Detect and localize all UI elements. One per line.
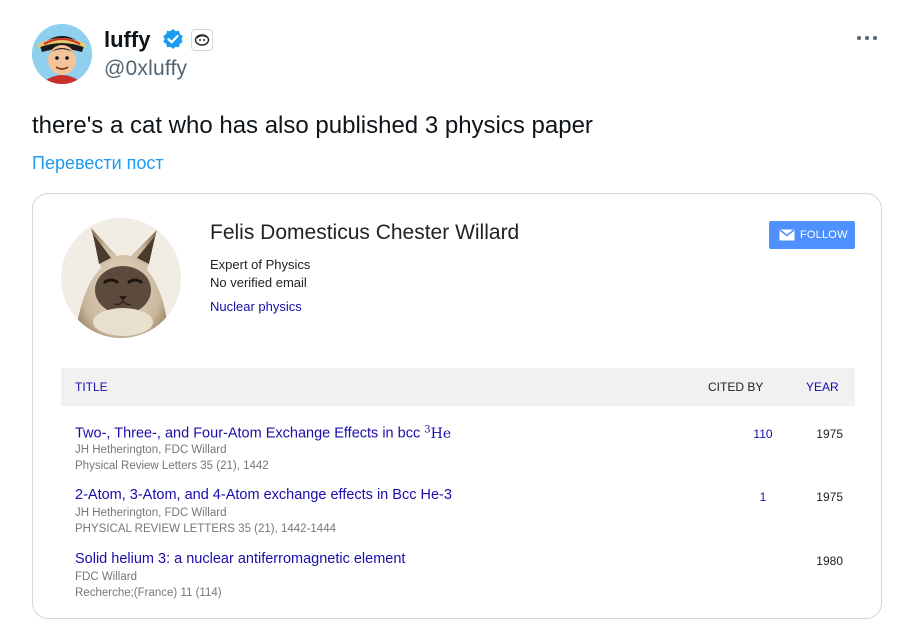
more-icon[interactable]	[852, 28, 882, 48]
paper-title-link[interactable]: Two-, Three-, and Four-Atom Exchange Eff…	[75, 424, 451, 442]
paper-authors: FDC Willard	[75, 571, 137, 583]
affiliation-badge-icon[interactable]	[191, 29, 213, 51]
user-handle[interactable]: @0xluffy	[104, 57, 187, 81]
tweet-text: there's a cat who has also published 3 p…	[32, 112, 593, 139]
header-year[interactable]: YEAR	[806, 380, 839, 394]
mail-icon	[779, 229, 795, 241]
translate-post-link[interactable]: Перевести пост	[32, 153, 164, 174]
paper-title-link[interactable]: 2-Atom, 3-Atom, and 4-Atom exchange effe…	[75, 487, 452, 503]
profile-name: Felis Domesticus Chester Willard	[210, 221, 520, 244]
avatar[interactable]	[32, 24, 92, 84]
paper-year: 1975	[816, 490, 843, 504]
profile-email-status: No verified email	[210, 275, 307, 290]
paper-year: 1975	[816, 427, 843, 441]
cat-profile-photo	[61, 218, 181, 338]
paper-venue: PHYSICAL REVIEW LETTERS 35 (21), 1442-14…	[75, 523, 336, 535]
media-card[interactable]: Felis Domesticus Chester Willard Expert …	[32, 193, 882, 619]
table-row: Solid helium 3: a nuclear antiferromagne…	[61, 551, 855, 611]
paper-year: 1980	[816, 554, 843, 568]
follow-button[interactable]: FOLLOW	[769, 221, 855, 249]
paper-venue: Physical Review Letters 35 (21), 1442	[75, 460, 269, 472]
verified-badge-icon	[162, 28, 184, 50]
paper-authors: JH Hetherington, FDC Willard	[75, 444, 227, 456]
research-interest-link[interactable]: Nuclear physics	[210, 299, 302, 314]
paper-venue: Recherche;(France) 11 (114)	[75, 587, 222, 599]
profile-affiliation: Expert of Physics	[210, 257, 311, 272]
header-title[interactable]: TITLE	[75, 380, 108, 394]
header-cited-by[interactable]: CITED BY	[708, 380, 763, 394]
table-row: Two-, Three-, and Four-Atom Exchange Eff…	[61, 424, 855, 484]
paper-title-link[interactable]: Solid helium 3: a nuclear antiferromagne…	[75, 551, 405, 567]
cited-by-count[interactable]: 1	[743, 490, 783, 504]
table-header: TITLE CITED BY YEAR	[61, 368, 855, 406]
display-name[interactable]: luffy	[104, 27, 150, 53]
follow-label: FOLLOW	[800, 229, 848, 241]
table-row: 2-Atom, 3-Atom, and 4-Atom exchange effe…	[61, 487, 855, 547]
cited-by-count[interactable]: 110	[743, 427, 783, 441]
paper-authors: JH Hetherington, FDC Willard	[75, 507, 227, 519]
